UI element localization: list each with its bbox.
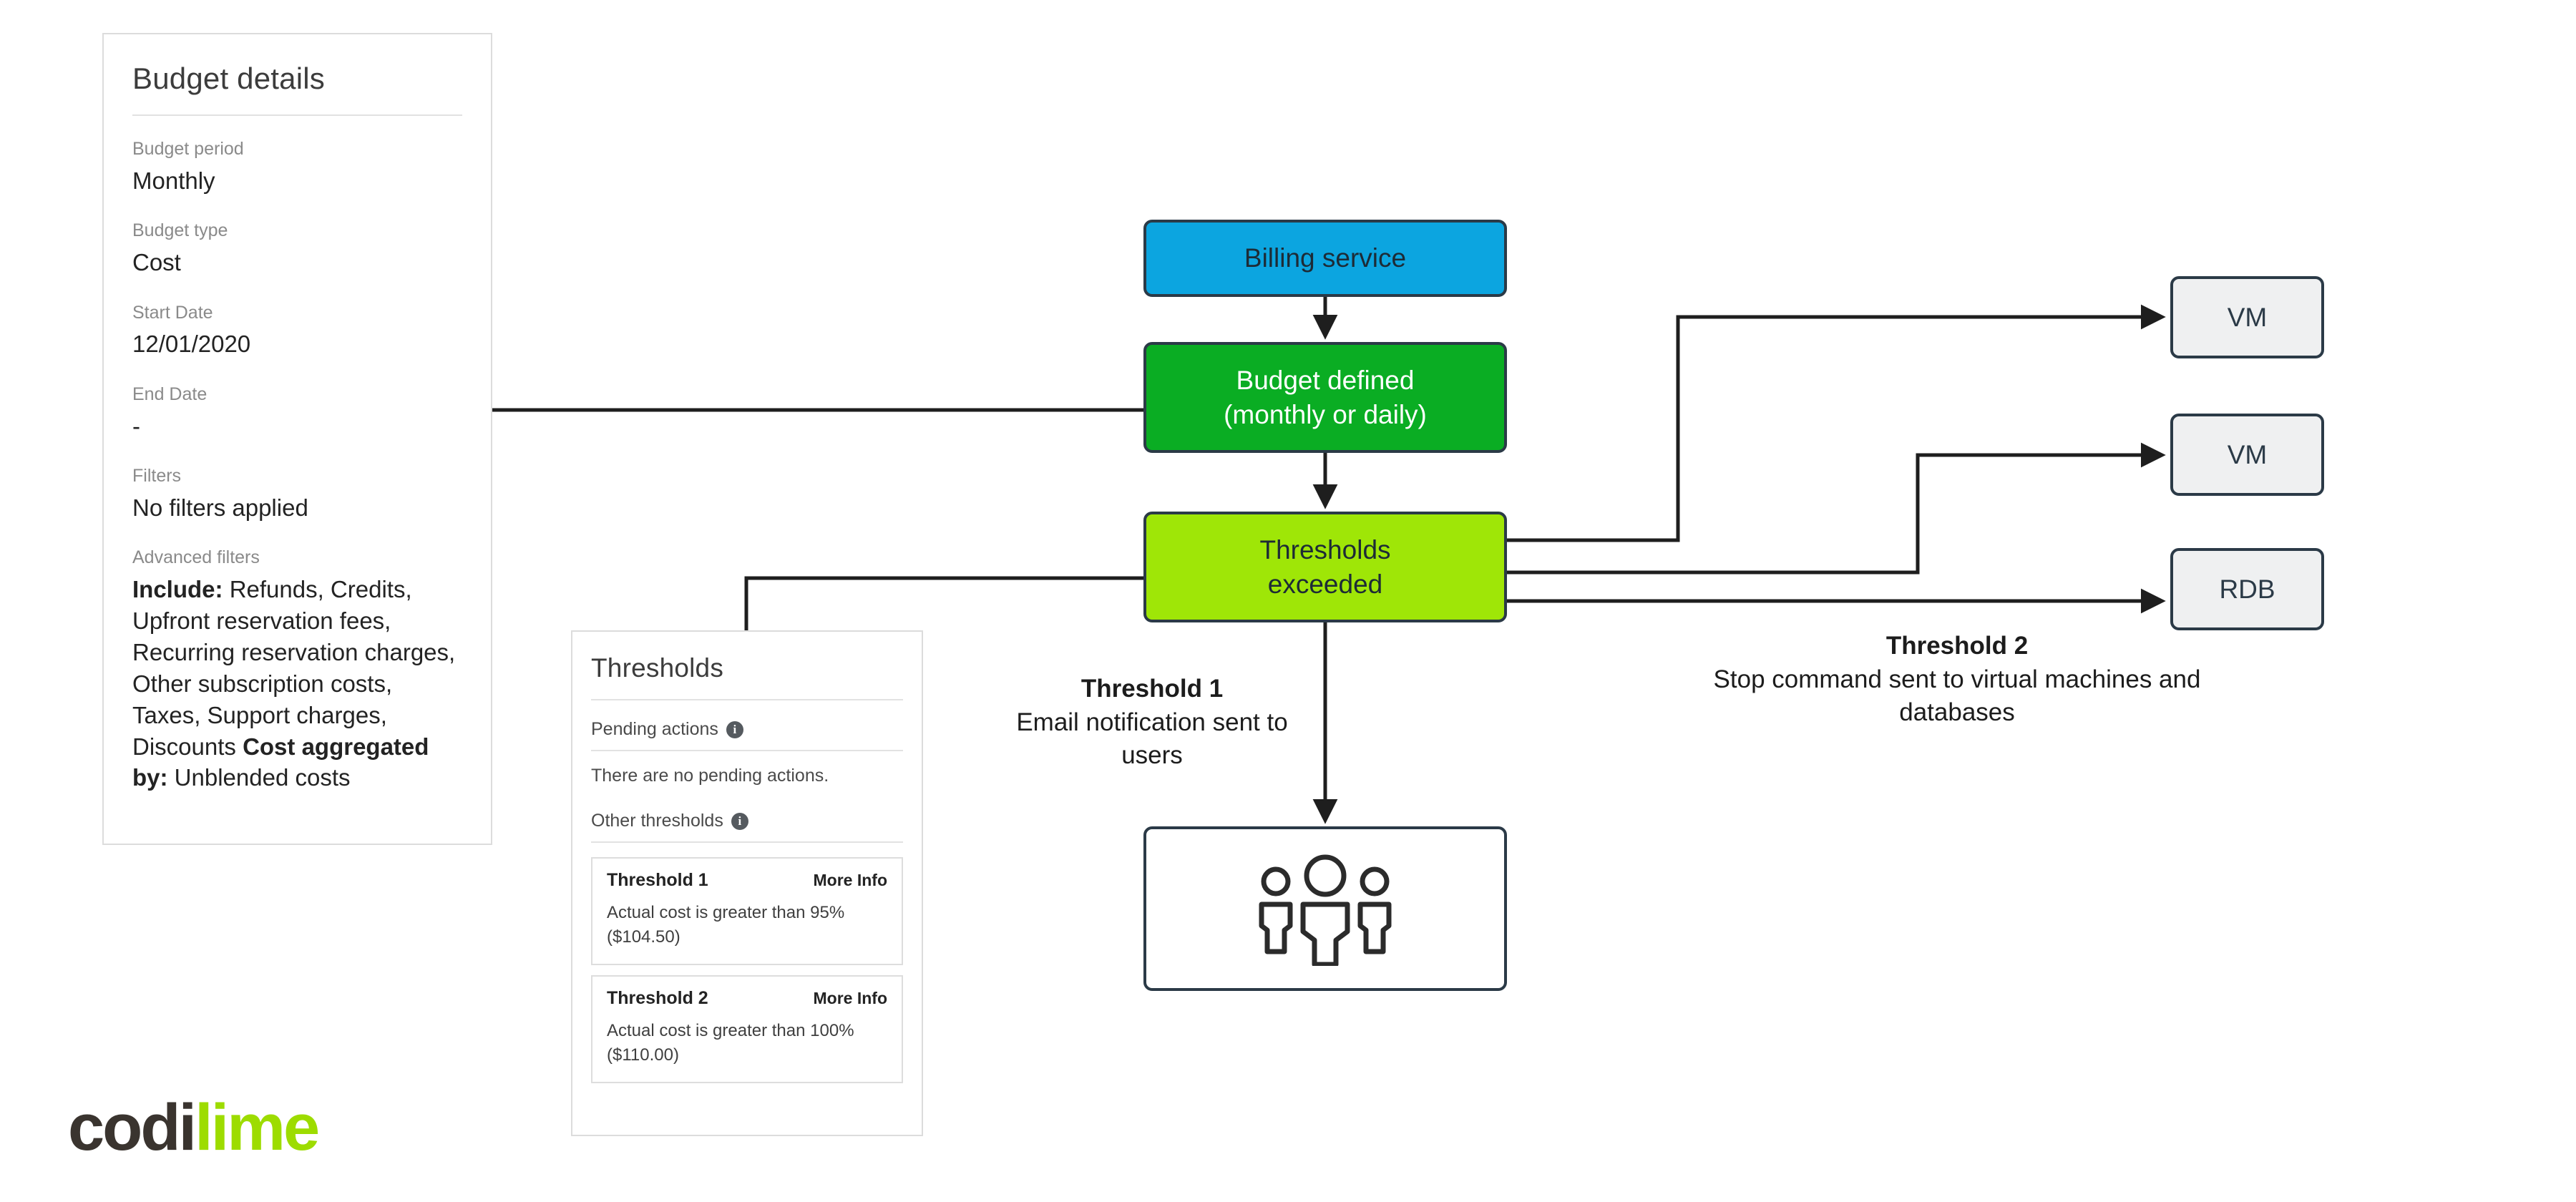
node-rdb[interactable]: RDB xyxy=(2170,548,2324,630)
divider xyxy=(591,699,903,700)
field-filters: Filters No filters applied xyxy=(132,464,462,523)
info-icon[interactable]: i xyxy=(731,812,748,830)
threshold-card-description: Actual cost is greater than 100% ($110.0… xyxy=(607,1021,854,1065)
field-value: Cost xyxy=(132,249,181,276)
aggregate-value: Unblended costs xyxy=(174,764,351,791)
info-icon[interactable]: i xyxy=(726,720,743,738)
caption-threshold-1: Threshold 1 Email notification sent to u… xyxy=(1002,673,1302,773)
field-label: End Date xyxy=(132,383,208,404)
caption-body: Email notification sent to users xyxy=(1016,708,1288,770)
field-label: Budget type xyxy=(132,220,228,241)
field-label: Budget period xyxy=(132,139,244,159)
budget-details-panel: Budget details Budget period Monthly Bud… xyxy=(102,33,492,845)
node-label-line1: Thresholds xyxy=(1259,535,1391,565)
users-group-icon xyxy=(1259,854,1392,966)
codilime-logo: codilime xyxy=(68,1095,320,1161)
threshold-card-header: Threshold 1 More Info xyxy=(607,870,887,891)
node-vm-2[interactable]: VM xyxy=(2170,414,2324,496)
field-label: Advanced filters xyxy=(132,547,260,568)
node-vm-1[interactable]: VM xyxy=(2170,276,2324,358)
pending-actions-header: Pending actions i xyxy=(591,719,903,751)
logo-part-codi: codi xyxy=(68,1091,197,1164)
pending-actions-empty-message: There are no pending actions. xyxy=(591,766,829,786)
caption-body: Stop command sent to virtual machines an… xyxy=(1713,665,2201,727)
node-users[interactable] xyxy=(1143,826,1507,991)
budget-details-title: Budget details xyxy=(132,62,325,95)
field-label: Start Date xyxy=(132,302,213,323)
thresholds-panel-title: Thresholds xyxy=(591,653,724,683)
field-advanced-filters: Advanced filters Include: Refunds, Credi… xyxy=(132,546,462,793)
caption-title: Threshold 2 xyxy=(1885,632,2029,660)
field-end-date: End Date - xyxy=(132,383,462,441)
node-billing-service[interactable]: Billing service xyxy=(1143,220,1507,297)
field-start-date: Start Date 12/01/2020 xyxy=(132,301,462,360)
field-budget-period: Budget period Monthly xyxy=(132,137,462,196)
threshold-card: Threshold 2 More Info Actual cost is gre… xyxy=(591,975,903,1084)
caption-threshold-2: Threshold 2 Stop command sent to virtual… xyxy=(1667,630,2247,730)
more-info-link[interactable]: More Info xyxy=(814,989,888,1008)
wire-thresholds-to-vm2 xyxy=(1507,442,2166,575)
node-label-line1: Budget defined xyxy=(1236,366,1415,396)
wire-thresholds-to-vm1 xyxy=(1507,304,2166,542)
divider xyxy=(132,114,462,116)
node-thresholds-exceeded[interactable]: Thresholds exceeded xyxy=(1143,512,1507,622)
diagram-canvas: Budget details Budget period Monthly Bud… xyxy=(0,0,2576,1202)
field-value: Monthly xyxy=(132,167,215,194)
threshold-card-description: Actual cost is greater than 95% ($104.50… xyxy=(607,903,845,947)
wire-thresholds-panel-to-thresholds-exceeded xyxy=(744,576,1143,630)
node-label: Billing service xyxy=(1244,243,1407,273)
node-label-line2: (monthly or daily) xyxy=(1224,399,1427,429)
threshold-card-title: Threshold 2 xyxy=(607,988,708,1009)
logo-part-lime: lime xyxy=(195,1091,320,1164)
advanced-filters-body: Include: Refunds, Credits, Upfront reser… xyxy=(132,574,462,793)
node-label: RDB xyxy=(2219,574,2275,604)
caption-title: Threshold 1 xyxy=(1080,675,1224,703)
thresholds-panel: Thresholds Pending actions i There are n… xyxy=(571,630,923,1136)
node-label: VM xyxy=(2227,439,2268,469)
field-budget-type: Budget type Cost xyxy=(132,219,462,278)
include-label: Include: xyxy=(132,576,223,603)
threshold-card-header: Threshold 2 More Info xyxy=(607,988,887,1009)
other-thresholds-header: Other thresholds i xyxy=(591,811,903,843)
field-label: Filters xyxy=(132,466,182,487)
more-info-link[interactable]: More Info xyxy=(814,871,888,890)
node-label: VM xyxy=(2227,302,2268,332)
threshold-card-title: Threshold 1 xyxy=(607,870,708,890)
threshold-card: Threshold 1 More Info Actual cost is gre… xyxy=(591,857,903,966)
pending-actions-label: Pending actions xyxy=(591,719,718,739)
node-budget-defined[interactable]: Budget defined (monthly or daily) xyxy=(1143,342,1507,453)
field-value: - xyxy=(132,412,140,439)
node-label-line2: exceeded xyxy=(1267,569,1383,599)
node-label-wrap: Budget defined (monthly or daily) xyxy=(1224,363,1427,431)
other-thresholds-label: Other thresholds xyxy=(591,811,723,831)
include-value: Refunds, Credits, Upfront reservation fe… xyxy=(132,576,456,760)
field-value: 12/01/2020 xyxy=(132,331,251,358)
field-value: No filters applied xyxy=(132,494,308,521)
node-label-wrap: Thresholds exceeded xyxy=(1259,533,1390,601)
